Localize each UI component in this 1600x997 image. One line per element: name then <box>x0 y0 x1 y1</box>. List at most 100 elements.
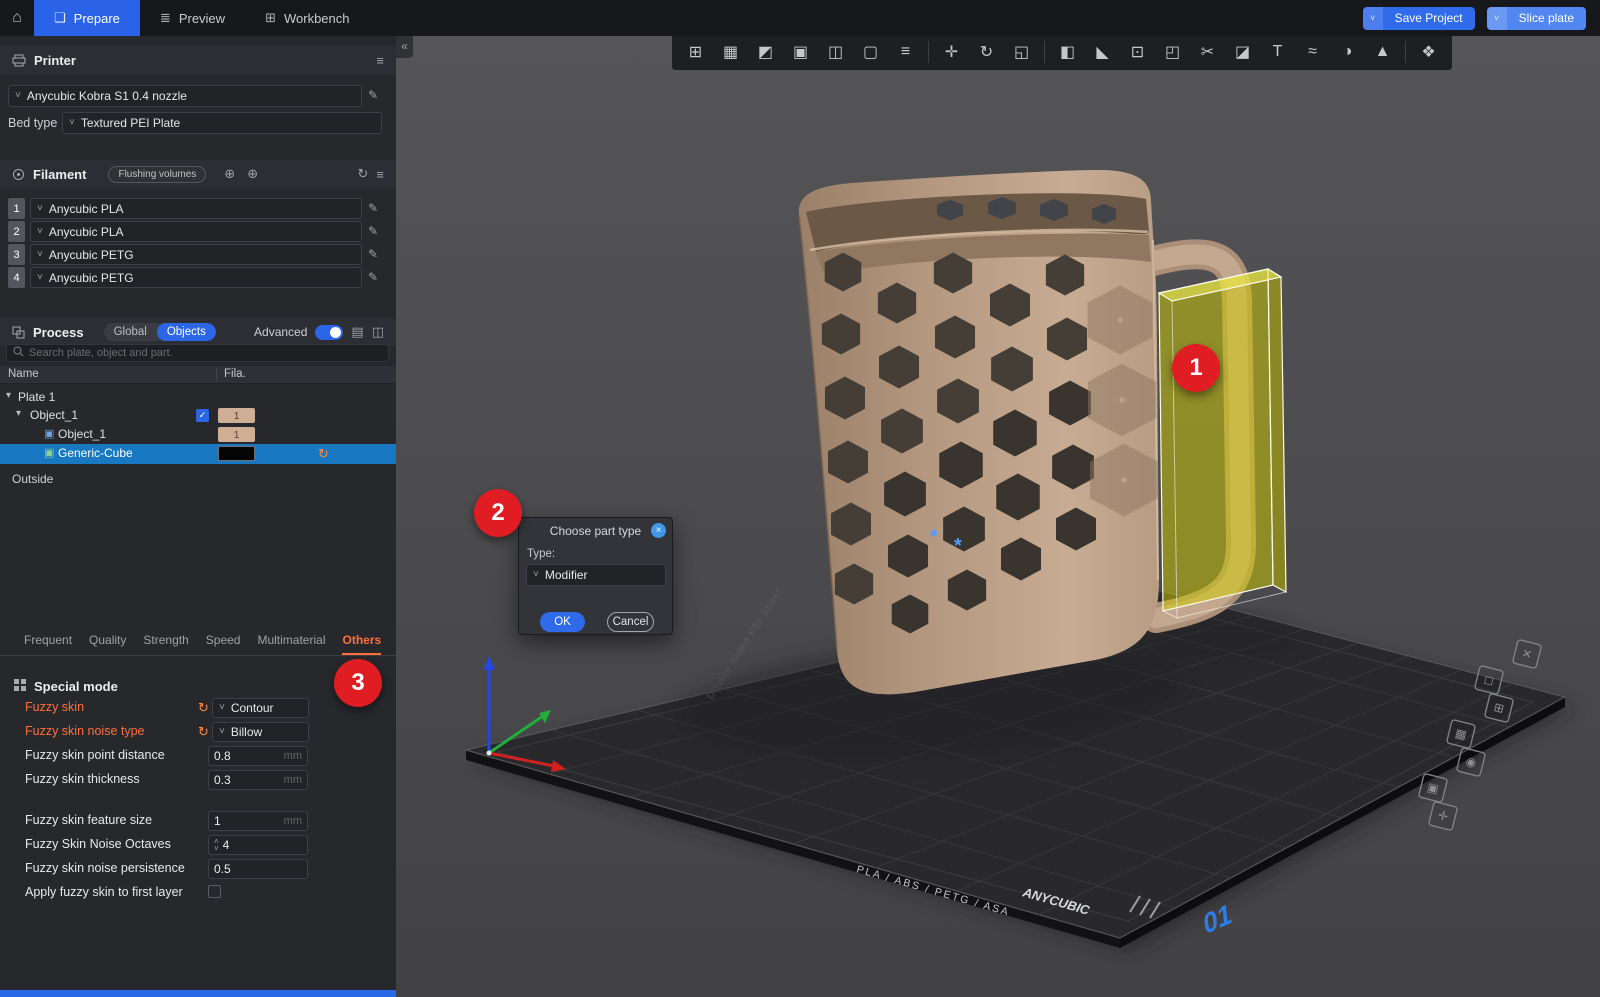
toolbar-icon-split[interactable]: ◰ <box>1155 42 1190 62</box>
fuzzy-skin-thickness-input[interactable]: mm <box>208 770 308 790</box>
toolbar-icon-rotate[interactable]: ↻ <box>969 42 1004 62</box>
toolbar-icon-move[interactable]: ✛ <box>934 42 969 62</box>
edit-filament-icon[interactable]: ✎ <box>368 224 378 238</box>
edit-printer-icon[interactable]: ✎ <box>368 88 378 102</box>
apply-first-layer-checkbox[interactable] <box>208 885 221 898</box>
bed-type-select[interactable]: ˅ Textured PEI Plate <box>62 112 382 134</box>
tab-preview[interactable]: ≣ Preview <box>140 0 245 36</box>
scope-global[interactable]: Global <box>104 323 157 341</box>
tree-row-plate[interactable]: ▾ Plate 1 <box>0 388 396 407</box>
tree-row-object[interactable]: ▾ Object_1 ✓ 1 <box>0 406 396 425</box>
filament-select-1[interactable]: ˅ Anycubic PLA <box>30 198 362 219</box>
sync-filament-icon[interactable]: ↻ <box>358 166 369 182</box>
fuzzy-skin-noise-octaves-stepper[interactable]: ˄˅ <box>208 835 308 855</box>
printer-settings-icon[interactable]: ≡ <box>376 53 384 68</box>
toolbar-icon-boolean[interactable]: ◪ <box>1225 42 1260 62</box>
advanced-toggle[interactable] <box>315 325 343 340</box>
plate-label-button[interactable]: ▣ <box>1418 773 1447 802</box>
tab-strength[interactable]: Strength <box>143 633 188 655</box>
edit-filament-icon[interactable]: ✎ <box>368 270 378 284</box>
ok-button[interactable]: OK <box>540 612 585 632</box>
toolbar-icon-scale[interactable]: ◱ <box>1004 42 1039 62</box>
tab-frequent[interactable]: Frequent <box>24 633 72 655</box>
tab-prepare[interactable]: ❏ Prepare <box>34 0 140 36</box>
toolbar-icon-auto-orient[interactable]: ◩ <box>748 42 783 62</box>
process-list-icon[interactable]: ▤ <box>351 324 363 340</box>
filament-settings-icon[interactable]: ≡ <box>376 167 384 182</box>
dialog-close-button[interactable]: × <box>651 523 666 538</box>
search-bar[interactable] <box>6 344 389 362</box>
toolbar-icon-text[interactable]: T <box>1260 43 1295 61</box>
tab-others[interactable]: Others <box>342 633 381 655</box>
expand-icon[interactable]: ▾ <box>6 390 11 401</box>
edit-filament-icon[interactable]: ✎ <box>368 247 378 261</box>
filament-select-2[interactable]: ˅ Anycubic PLA <box>30 221 362 242</box>
prepend-filament-icon[interactable]: ⊕ <box>224 166 235 182</box>
spinner-arrows[interactable]: ˄˅ <box>214 838 219 852</box>
plate-orient-button[interactable]: ◉ <box>1456 747 1485 776</box>
toolbar-icon-split-to-objects[interactable]: ◫ <box>818 42 853 62</box>
tab-workbench[interactable]: ⊞ Workbench <box>245 0 369 36</box>
filament-chip[interactable]: 1 <box>218 408 255 423</box>
cancel-button[interactable]: Cancel <box>607 612 654 632</box>
toolbar-icon-assembly[interactable]: ❖ <box>1411 42 1446 62</box>
chevron-down-icon[interactable]: ˅ <box>1363 7 1383 30</box>
tab-multimaterial[interactable]: Multimaterial <box>257 633 325 655</box>
spin-down-icon[interactable]: ˅ <box>214 845 219 852</box>
plate-delete-button[interactable]: ✕ <box>1512 639 1541 668</box>
printer-select[interactable]: ˅ Anycubic Kobra S1 0.4 nozzle <box>8 85 362 107</box>
toolbar-icon-add-image[interactable]: ▣ <box>783 42 818 62</box>
tree-row-modifier-part[interactable]: ▣ Generic-Cube ↻ <box>0 444 396 464</box>
save-project-button[interactable]: ˅ Save Project <box>1363 7 1475 30</box>
scope-objects[interactable]: Objects <box>157 323 216 341</box>
flushing-volumes-button[interactable]: Flushing volumes <box>108 166 206 183</box>
modifier-box[interactable] <box>1159 269 1286 618</box>
tab-speed[interactable]: Speed <box>206 633 241 655</box>
append-filament-icon[interactable]: ⊕ <box>247 166 258 182</box>
toolbar-icon-split-to-parts[interactable]: ▢ <box>853 42 888 62</box>
fuzzy-skin-point-distance-input[interactable]: mm <box>208 746 308 766</box>
slice-plate-button[interactable]: ˅ Slice plate <box>1487 7 1586 30</box>
tab-quality[interactable]: Quality <box>89 633 126 655</box>
toolbar-icon-arrange[interactable]: ▦ <box>713 42 748 62</box>
filament-chip[interactable]: 1 <box>218 427 255 442</box>
toolbar-icon-color-paint[interactable]: ◑ <box>1330 43 1365 61</box>
edit-filament-icon[interactable]: ✎ <box>368 201 378 215</box>
filament-chip-empty[interactable] <box>218 446 255 461</box>
number-input[interactable] <box>214 773 270 787</box>
toolbar-icon-seam[interactable]: ≈ <box>1295 43 1330 61</box>
process-compare-icon[interactable]: ◫ <box>372 324 384 340</box>
number-input[interactable] <box>214 862 270 876</box>
home-button[interactable]: ⌂ <box>0 9 34 27</box>
number-input[interactable] <box>214 814 270 828</box>
fuzzy-skin-noise-persistence-input[interactable] <box>208 859 308 879</box>
toolbar-icon-cut[interactable]: ✂ <box>1190 42 1225 62</box>
tree-row-object-child[interactable]: ▣ Object_1 1 <box>0 425 396 444</box>
toolbar-icon-merge[interactable]: ⊡ <box>1120 42 1155 62</box>
filament-select-3[interactable]: ˅ Anycubic PETG <box>30 244 362 265</box>
plate-arrange-button[interactable]: ▦ <box>1446 719 1475 748</box>
sidebar-collapse-button[interactable]: « <box>396 33 413 58</box>
toolbar-icon-mirror[interactable]: ◧ <box>1050 42 1085 62</box>
toolbar-icon-add-object[interactable]: ⊞ <box>678 42 713 62</box>
part-type-select[interactable]: ˅ Modifier <box>526 564 666 586</box>
fuzzy-skin-select[interactable]: ˅ Contour <box>212 698 309 718</box>
object-checkbox[interactable]: ✓ <box>196 409 209 422</box>
revert-icon[interactable]: ↻ <box>198 724 209 740</box>
number-input[interactable] <box>223 838 279 852</box>
plate-settings-button[interactable]: ⊞ <box>1484 693 1513 722</box>
search-input[interactable] <box>29 347 382 359</box>
reset-part-icon[interactable]: ↻ <box>318 446 329 462</box>
plate-move-button[interactable]: ✛ <box>1428 801 1457 830</box>
number-input[interactable] <box>214 749 270 763</box>
chevron-down-icon[interactable]: ˅ <box>1487 7 1507 30</box>
filament-select-4[interactable]: ˅ Anycubic PETG <box>30 267 362 288</box>
toolbar-icon-support-paint[interactable]: ▲ <box>1365 43 1400 61</box>
fuzzy-skin-feature-size-input[interactable]: mm <box>208 811 308 831</box>
fuzzy-skin-noise-type-select[interactable]: ˅ Billow <box>212 722 309 742</box>
plate-lock-button[interactable]: ◻ <box>1474 665 1503 694</box>
toolbar-icon-variable-layer-height[interactable]: ≡ <box>888 43 923 61</box>
toolbar-icon-lay-on-face[interactable]: ◣ <box>1085 42 1120 62</box>
expand-icon[interactable]: ▾ <box>16 408 21 419</box>
sidebar-scrollbar[interactable] <box>0 990 396 997</box>
